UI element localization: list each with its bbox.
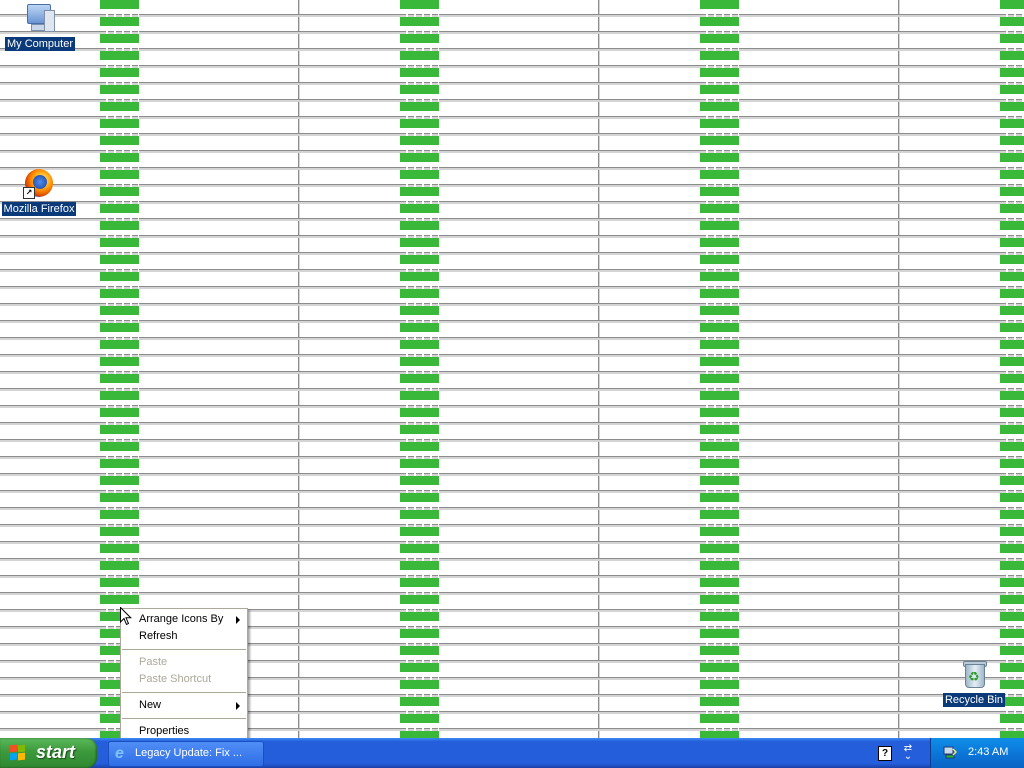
wallpaper-stripe [700, 0, 739, 738]
help-icon[interactable]: ? [878, 746, 892, 761]
wallpaper-stripe [1000, 0, 1024, 738]
system-clock[interactable]: 2:43 AM [968, 746, 1008, 758]
wallpaper-stripe [400, 0, 439, 738]
menu-item-label: New [139, 699, 162, 711]
desktop-icon-firefox[interactable]: ↗ Mozilla Firefox [0, 167, 79, 216]
safely-remove-hardware-icon[interactable] [943, 746, 957, 759]
start-label: start [36, 742, 76, 762]
desktop-context-menu: Arrange Icons By Refresh Paste Paste Sho… [120, 608, 248, 743]
desktop-icon-label: Mozilla Firefox [1, 202, 77, 216]
taskbar-button-label: Legacy Update: Fix ... [135, 747, 242, 759]
taskbar-button-legacy-update[interactable]: e Legacy Update: Fix ... [108, 741, 264, 767]
menu-item-refresh[interactable]: Refresh [121, 628, 247, 645]
desktop-icon-label: Recycle Bin [942, 693, 1006, 707]
menu-separator [122, 649, 246, 650]
menu-item-label: Paste [139, 656, 168, 668]
menu-item-label: Paste Shortcut [139, 673, 212, 685]
firefox-icon: ↗ [23, 167, 55, 199]
submenu-arrow-icon [236, 702, 240, 710]
menu-item-paste: Paste [121, 654, 247, 671]
shortcut-arrow-icon: ↗ [23, 187, 35, 199]
menu-separator [122, 718, 246, 719]
recycle-bin-icon: ♻ [958, 658, 990, 690]
internet-explorer-icon: e [115, 745, 124, 762]
notification-area: 2:43 AM [930, 738, 1024, 768]
menu-item-new[interactable]: New [121, 697, 247, 714]
taskbar: start e Legacy Update: Fix ... ? ⇄ ⌄ 2:43… [0, 738, 1024, 768]
my-computer-icon [24, 2, 56, 34]
submenu-arrow-icon [236, 616, 240, 624]
menu-item-label: Refresh [139, 630, 178, 642]
menu-item-paste-shortcut: Paste Shortcut [121, 671, 247, 688]
desktop-icon-label: My Computer [4, 37, 76, 51]
windows-logo-icon [10, 744, 26, 761]
desktop-icon-my-computer[interactable]: My Computer [0, 2, 80, 51]
menu-separator [122, 692, 246, 693]
mouse-cursor-icon [120, 607, 132, 626]
menu-item-label: Properties [139, 725, 190, 737]
menu-item-label: Arrange Icons By [139, 613, 224, 625]
menu-item-arrange-icons-by[interactable]: Arrange Icons By [121, 611, 247, 628]
start-button[interactable]: start [0, 738, 97, 768]
network-connection-icon[interactable]: ⇄ ⌄ [901, 744, 915, 762]
desktop-icon-recycle-bin[interactable]: ♻ Recycle Bin [934, 658, 1014, 707]
